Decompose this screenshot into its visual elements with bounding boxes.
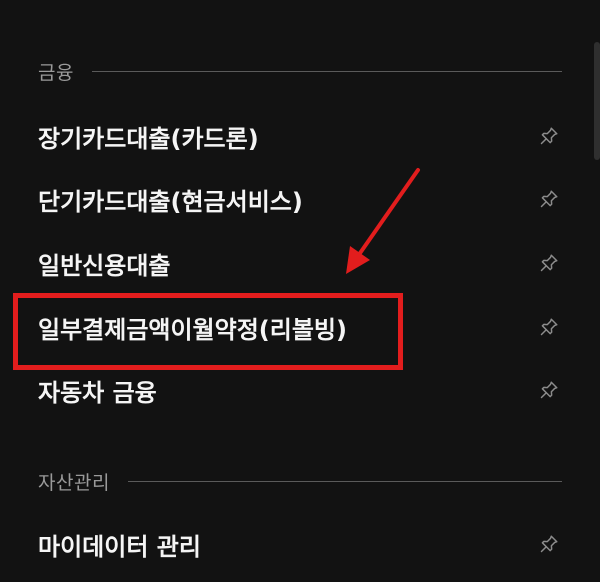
menu-item-personal-loan[interactable]: 일반신용대출	[38, 241, 562, 285]
menu-item-label: 일부결제금액이월약정(리볼빙)	[38, 315, 347, 344]
menu-list: 금융 장기카드대출(카드론) 단기카드대출(현금서비스) 일반신용대출 일부결제…	[0, 0, 600, 582]
menu-item-label: 자동차 금융	[38, 378, 157, 407]
menu-item-label: 마이데이터 관리	[38, 532, 201, 561]
pin-icon[interactable]	[536, 377, 562, 403]
section-title-finance: 금융	[38, 61, 74, 84]
section-divider	[127, 480, 562, 482]
section-header-finance: 금융	[38, 59, 562, 84]
section-header-asset: 자산관리	[38, 469, 562, 494]
menu-item-label: 일반신용대출	[38, 251, 171, 280]
pin-icon[interactable]	[536, 250, 562, 276]
pin-icon[interactable]	[536, 314, 562, 340]
pin-icon[interactable]	[536, 186, 562, 212]
menu-item-auto-finance[interactable]: 자동차 금융	[38, 368, 562, 412]
menu-item-label: 단기카드대출(현금서비스)	[38, 187, 303, 216]
menu-item-revolving[interactable]: 일부결제금액이월약정(리볼빙)	[38, 305, 562, 349]
pin-icon[interactable]	[536, 531, 562, 557]
section-divider	[91, 70, 562, 72]
menu-item-card-loan[interactable]: 장기카드대출(카드론)	[38, 114, 562, 158]
scrollbar[interactable]	[594, 42, 600, 160]
menu-item-mydata[interactable]: 마이데이터 관리	[38, 522, 562, 566]
menu-item-cash-service[interactable]: 단기카드대출(현금서비스)	[38, 177, 562, 221]
pin-icon[interactable]	[536, 123, 562, 149]
section-title-asset: 자산관리	[38, 471, 110, 494]
menu-item-label: 장기카드대출(카드론)	[38, 124, 259, 153]
